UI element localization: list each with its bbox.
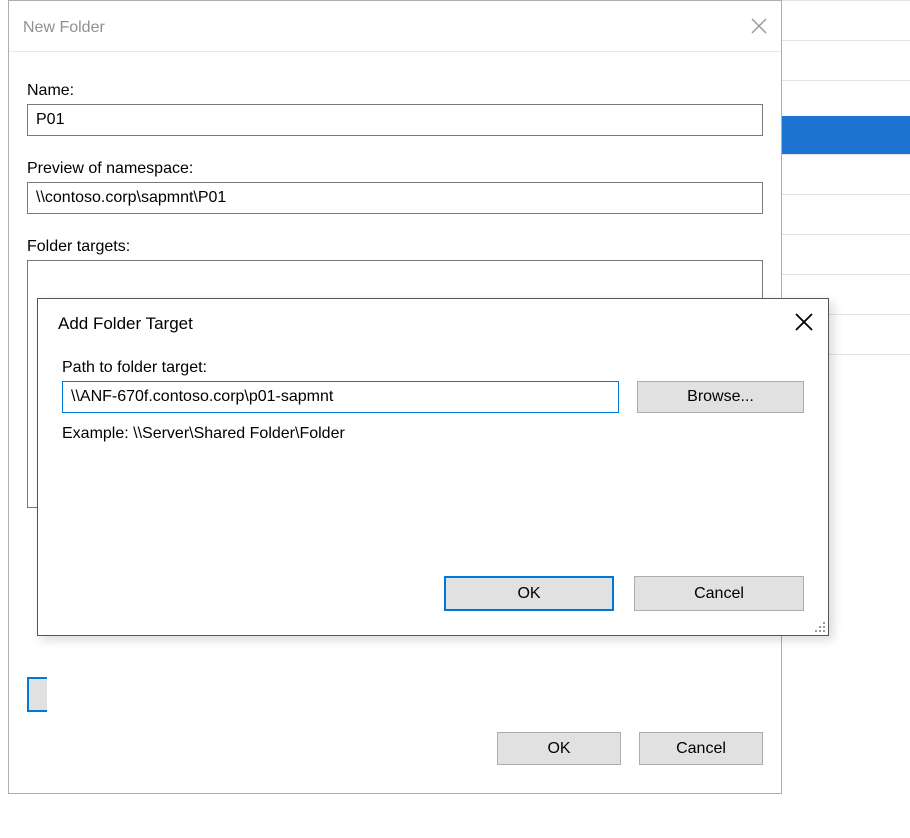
cancel-button[interactable]: Cancel [634,576,804,611]
close-icon[interactable] [749,16,769,41]
name-input[interactable] [27,104,763,136]
path-input[interactable] [62,381,619,413]
preview-value: \\contoso.corp\sapmnt\P01 [36,189,226,207]
example-text: Example: \\Server\Shared Folder\Folder [62,425,804,443]
preview-input: \\contoso.corp\sapmnt\P01 [27,182,763,214]
resize-grip-icon[interactable] [811,618,825,632]
new-folder-title: New Folder [23,19,105,37]
new-folder-titlebar[interactable]: New Folder [9,1,781,52]
name-label: Name: [27,82,763,100]
add-folder-target-title: Add Folder Target [58,314,193,334]
ok-button[interactable]: OK [497,732,621,765]
ok-button[interactable]: OK [444,576,614,611]
preview-label: Preview of namespace: [27,160,763,178]
path-label: Path to folder target: [62,359,804,377]
add-folder-target-dialog: Add Folder Target Path to folder target:… [37,298,829,636]
browse-button[interactable]: Browse... [637,381,804,413]
cancel-button[interactable]: Cancel [639,732,763,765]
close-icon[interactable] [794,312,814,337]
targets-label: Folder targets: [27,238,763,256]
add-folder-target-titlebar[interactable]: Add Folder Target [38,299,828,349]
add-button-partial[interactable] [27,677,47,712]
